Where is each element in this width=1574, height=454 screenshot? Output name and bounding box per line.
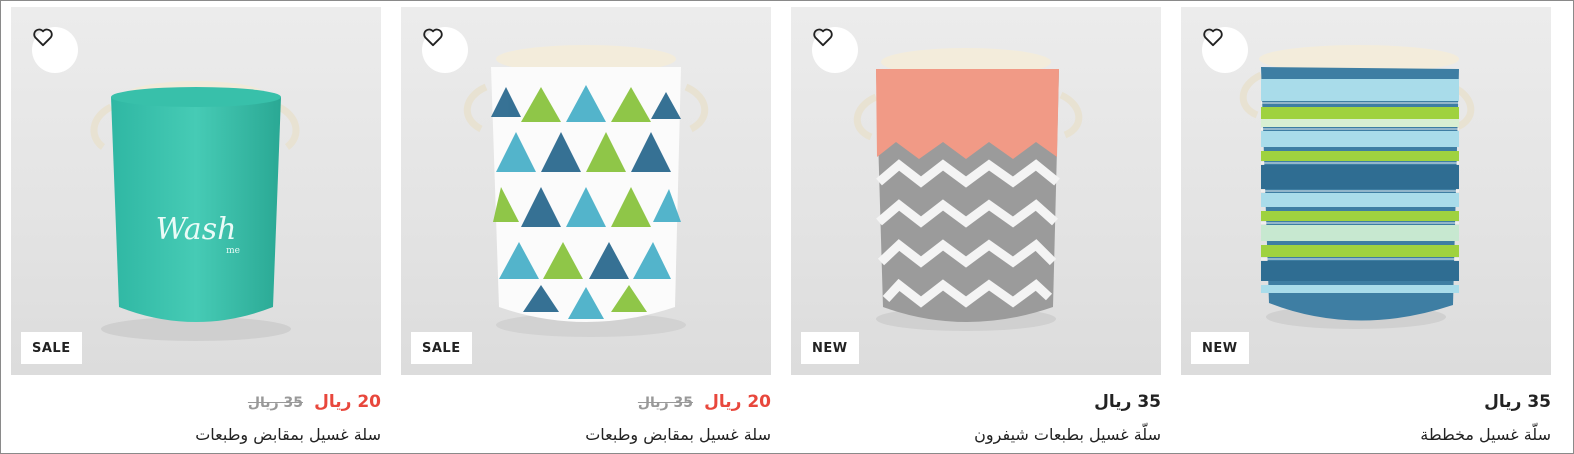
product-title[interactable]: سلّة غسيل مخططة	[1420, 425, 1551, 444]
product-title[interactable]: سلة غسيل بمقابض وطبعات	[585, 425, 771, 444]
status-badge: SALE	[21, 332, 82, 364]
price-row: 35 ريال	[1484, 392, 1551, 412]
product-image[interactable]: NEW	[1181, 7, 1551, 375]
sale-price: 20 ريال	[314, 392, 381, 412]
heart-outline-icon	[33, 28, 53, 47]
price-row: 20 ريال 35 ريال	[248, 392, 381, 412]
status-badge: SALE	[411, 332, 472, 364]
heart-outline-icon	[1203, 28, 1223, 47]
product-title[interactable]: سلّة غسيل بطبعات شيفرون	[974, 425, 1161, 444]
favorite-button[interactable]	[812, 27, 858, 73]
favorite-button[interactable]	[1202, 27, 1248, 73]
old-price: 35 ريال	[247, 395, 303, 411]
product-image[interactable]: SALE	[401, 7, 771, 375]
product-card[interactable]: NEW 35 ريال سلّة غسيل بطبعات شيفرون	[791, 7, 1161, 447]
product-card[interactable]: Wash me SALE 20 ريال 35 ريال سلة غسيل بم…	[11, 7, 381, 447]
old-price: 35 ريال	[637, 395, 693, 411]
favorite-button[interactable]	[32, 27, 78, 73]
price-row: 20 ريال 35 ريال	[638, 392, 771, 412]
sale-price: 20 ريال	[704, 392, 771, 412]
heart-outline-icon	[423, 28, 443, 47]
price: 35 ريال	[1484, 392, 1551, 412]
favorite-button[interactable]	[422, 27, 468, 73]
product-title[interactable]: سلة غسيل بمقابض وطبعات	[195, 425, 381, 444]
image-print-subtext: me	[226, 246, 240, 256]
status-badge: NEW	[801, 332, 859, 364]
status-badge: NEW	[1191, 332, 1249, 364]
image-print-text: Wash	[156, 212, 237, 247]
product-image[interactable]: NEW	[791, 7, 1161, 375]
product-card[interactable]: SALE 20 ريال 35 ريال سلة غسيل بمقابض وطب…	[401, 7, 771, 447]
product-image[interactable]: Wash me SALE	[11, 7, 381, 375]
heart-outline-icon	[813, 28, 833, 47]
product-card[interactable]: NEW 35 ريال سلّة غسيل مخططة	[1181, 7, 1551, 447]
price: 35 ريال	[1094, 392, 1161, 412]
price-row: 35 ريال	[1094, 392, 1161, 412]
